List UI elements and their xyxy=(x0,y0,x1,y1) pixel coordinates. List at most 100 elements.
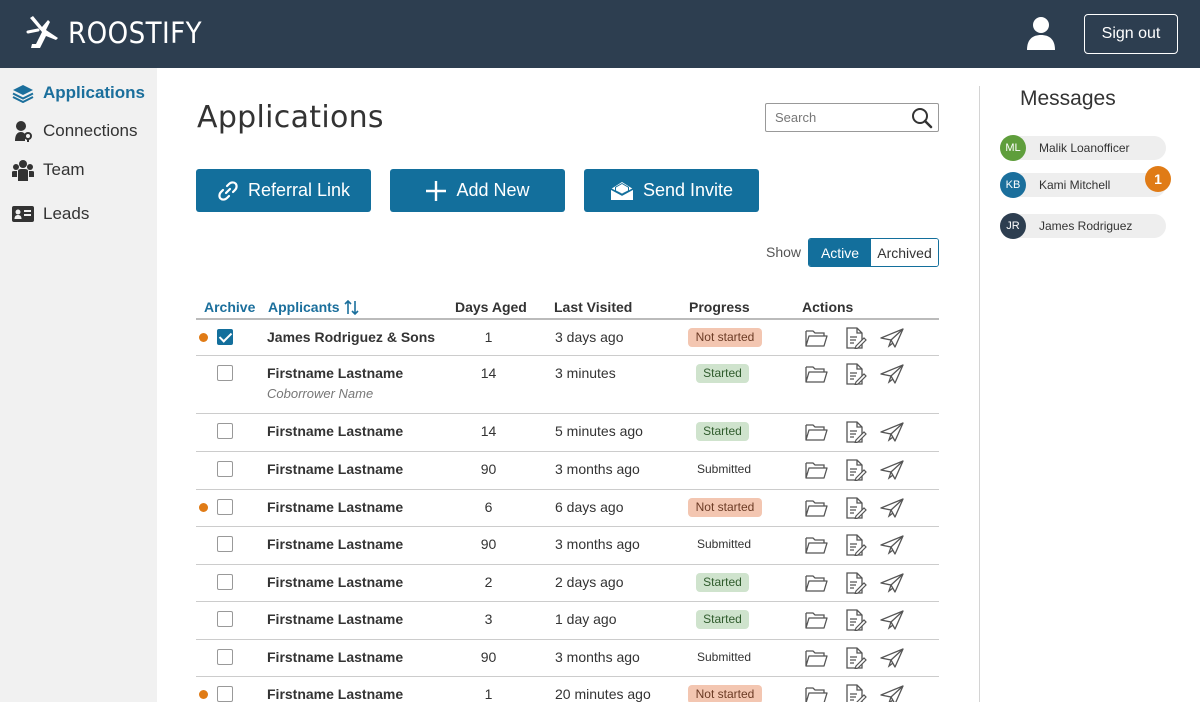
days-aged-value: 1 xyxy=(484,686,493,702)
table-row[interactable]: Firstname Lastname 90 3 months ago Submitte… xyxy=(196,640,939,677)
sidebar-item-connections[interactable]: Connections xyxy=(12,120,138,142)
folder-icon[interactable] xyxy=(804,609,828,631)
archive-checkbox[interactable] xyxy=(217,499,233,515)
plus-icon xyxy=(426,180,447,201)
last-visited-value: 20 minutes ago xyxy=(555,686,651,702)
last-visited-value: 3 months ago xyxy=(555,649,640,665)
brand-logo[interactable]: ROOSTIFY xyxy=(26,14,217,52)
archive-checkbox[interactable] xyxy=(217,365,233,381)
edit-document-icon[interactable] xyxy=(843,609,867,632)
table-row[interactable]: Firstname Lastname 3 1 day ago Started xyxy=(196,602,939,640)
edit-document-icon[interactable] xyxy=(843,572,867,595)
filter-archived-button[interactable]: Archived xyxy=(871,239,938,266)
applicant-name[interactable]: Firstname Lastname xyxy=(267,611,403,627)
sign-out-button[interactable]: Sign out xyxy=(1084,14,1178,54)
link-icon xyxy=(218,180,238,201)
send-icon[interactable] xyxy=(880,497,904,519)
applicant-name[interactable]: Firstname Lastname xyxy=(267,536,403,552)
folder-icon[interactable] xyxy=(804,534,828,556)
edit-document-icon[interactable] xyxy=(843,497,867,520)
archive-checkbox[interactable] xyxy=(217,536,233,552)
sidebar-item-label: Team xyxy=(43,160,85,179)
table-row[interactable]: Firstname Lastname 1 20 minutes ago Not sta… xyxy=(196,677,939,702)
archive-checkbox[interactable] xyxy=(217,423,233,439)
column-header-archive[interactable]: Archive xyxy=(204,299,255,315)
folder-icon[interactable] xyxy=(804,497,828,519)
message-contact[interactable]: ML Malik Loanofficer xyxy=(1000,135,1166,161)
table-row[interactable]: Firstname Lastname 2 2 days ago Started xyxy=(196,565,939,602)
table-row[interactable]: Firstname Lastname 90 3 months ago Submitte… xyxy=(196,452,939,490)
edit-document-icon[interactable] xyxy=(843,327,867,350)
send-icon[interactable] xyxy=(880,572,904,594)
applicant-name[interactable]: Firstname Lastname xyxy=(267,365,403,381)
folder-icon[interactable] xyxy=(804,684,828,702)
applicant-name[interactable]: Firstname Lastname xyxy=(267,649,403,665)
edit-document-icon[interactable] xyxy=(843,459,867,482)
sort-icon[interactable] xyxy=(344,299,360,315)
applicant-name[interactable]: Firstname Lastname xyxy=(267,461,403,477)
archive-checkbox[interactable] xyxy=(217,649,233,665)
user-icon[interactable] xyxy=(1024,15,1058,51)
filter-active-button[interactable]: Active xyxy=(809,239,871,266)
applicant-name[interactable]: Firstname Lastname xyxy=(267,423,403,439)
applicant-name[interactable]: Firstname Lastname xyxy=(267,574,403,590)
folder-icon[interactable] xyxy=(804,421,828,443)
table-row[interactable]: Firstname Lastname Coborrower Name 14 3 min… xyxy=(196,356,939,414)
edit-document-icon[interactable] xyxy=(843,421,867,444)
team-icon xyxy=(12,159,34,181)
send-icon[interactable] xyxy=(880,363,904,385)
sidebar-item-leads[interactable]: Leads xyxy=(12,203,89,225)
edit-document-icon[interactable] xyxy=(843,684,867,702)
avatar: ML xyxy=(1000,135,1026,161)
applicant-name[interactable]: James Rodriguez & Sons xyxy=(267,329,435,345)
archive-checkbox[interactable] xyxy=(217,329,233,345)
table-row[interactable]: Firstname Lastname 90 3 months ago Submitte… xyxy=(196,527,939,565)
edit-document-icon[interactable] xyxy=(843,647,867,670)
sidebar-item-applications[interactable]: Applications xyxy=(12,82,145,104)
sidebar-item-label: Leads xyxy=(43,204,90,223)
search-input[interactable] xyxy=(766,104,906,131)
send-icon[interactable] xyxy=(880,327,904,349)
archive-checkbox[interactable] xyxy=(217,611,233,627)
days-aged-value: 2 xyxy=(484,574,493,590)
folder-icon[interactable] xyxy=(804,327,828,349)
search-icon[interactable] xyxy=(911,107,933,129)
days-aged-value: 6 xyxy=(484,499,493,515)
send-icon[interactable] xyxy=(880,421,904,443)
sidebar-item-team[interactable]: Team xyxy=(12,159,85,181)
send-icon[interactable] xyxy=(880,684,904,702)
archive-checkbox[interactable] xyxy=(217,686,233,702)
table-row[interactable]: Firstname Lastname 6 6 days ago Not started xyxy=(196,490,939,527)
table-row[interactable]: Firstname Lastname 14 5 minutes ago Started xyxy=(196,414,939,452)
column-header-applicants[interactable]: Applicants xyxy=(268,299,360,315)
progress-badge: Submitted xyxy=(696,650,752,664)
folder-icon[interactable] xyxy=(804,459,828,481)
archive-checkbox[interactable] xyxy=(217,461,233,477)
edit-document-icon[interactable] xyxy=(843,363,867,386)
edit-document-icon[interactable] xyxy=(843,534,867,557)
send-icon[interactable] xyxy=(880,459,904,481)
unread-count-badge: 1 xyxy=(1145,166,1171,192)
avatar: JR xyxy=(1000,213,1026,239)
folder-icon[interactable] xyxy=(804,363,828,385)
send-icon[interactable] xyxy=(880,647,904,669)
progress-badge: Submitted xyxy=(696,537,752,551)
days-aged-value: 14 xyxy=(480,423,497,439)
progress-badge: Started xyxy=(696,610,749,629)
attention-dot xyxy=(199,690,208,699)
add-new-button[interactable]: Add New xyxy=(390,169,565,212)
archive-checkbox[interactable] xyxy=(217,574,233,590)
referral-link-button[interactable]: Referral Link xyxy=(196,169,371,212)
layers-icon xyxy=(12,82,34,104)
applicant-name[interactable]: Firstname Lastname xyxy=(267,499,403,515)
applicant-name[interactable]: Firstname Lastname xyxy=(267,686,403,702)
send-icon[interactable] xyxy=(880,609,904,631)
message-contact[interactable]: JR James Rodriguez xyxy=(1000,213,1166,239)
table-row[interactable]: James Rodriguez & Sons 1 3 days ago Not sta… xyxy=(196,320,939,356)
send-icon[interactable] xyxy=(880,534,904,556)
message-contact[interactable]: KB Kami Mitchell xyxy=(1000,172,1166,198)
send-invite-button[interactable]: Send Invite xyxy=(584,169,759,212)
add-new-label: Add New xyxy=(456,180,530,200)
folder-icon[interactable] xyxy=(804,572,828,594)
folder-icon[interactable] xyxy=(804,647,828,669)
